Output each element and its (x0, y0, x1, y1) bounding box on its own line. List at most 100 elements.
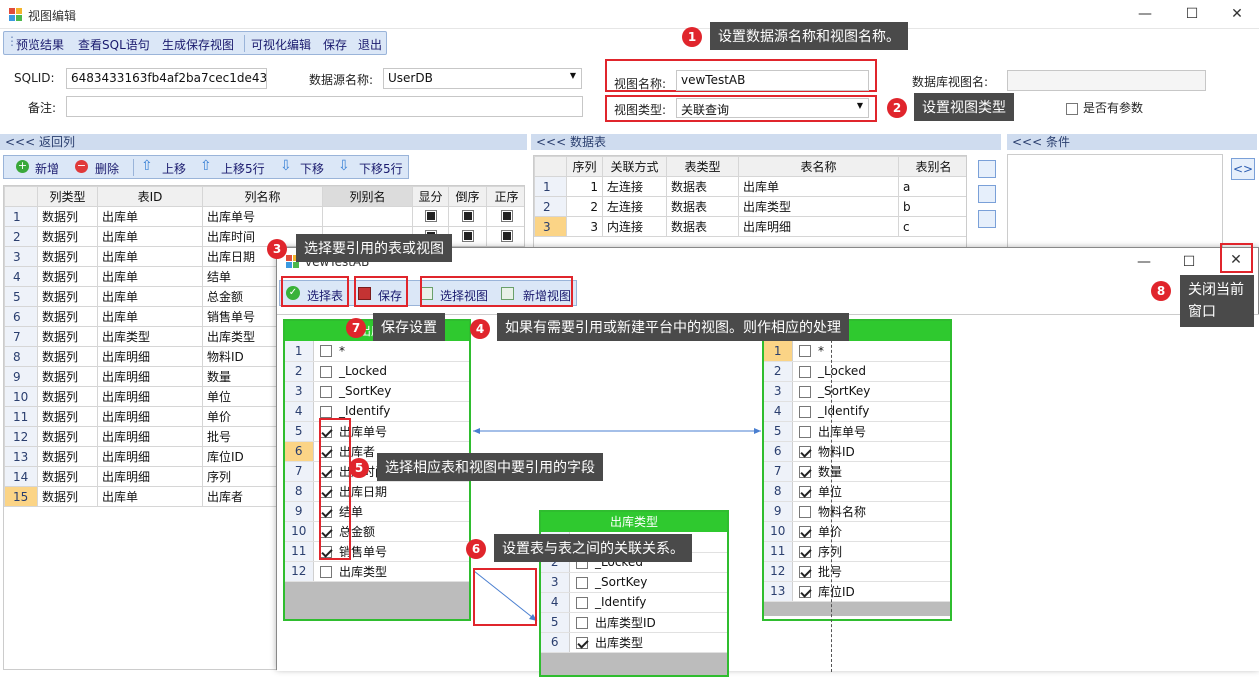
flag-cell[interactable] (487, 227, 526, 247)
col-header[interactable]: 表ID (98, 187, 203, 207)
col-header[interactable]: 倒序 (449, 187, 487, 207)
close-button[interactable]: ✕ (1222, 0, 1252, 29)
row-number[interactable]: 2 (535, 197, 567, 217)
table-cell[interactable]: 数据列 (38, 487, 98, 507)
row-number[interactable]: 1 (535, 177, 567, 197)
table-cell[interactable]: 数据列 (38, 287, 98, 307)
return-columns-header[interactable]: <<< 返回列 (0, 134, 527, 150)
add-column-button[interactable]: 新增 (35, 160, 59, 177)
row-number[interactable]: 12 (5, 427, 38, 447)
table-cell[interactable]: 数据表 (667, 217, 739, 237)
save-button[interactable]: 保存 (323, 36, 347, 53)
checkbox-filled-icon[interactable] (426, 211, 436, 221)
alias-cell[interactable] (323, 207, 413, 227)
minimize-button[interactable]: — (1130, 0, 1160, 29)
table-cell[interactable]: 出库单 (98, 487, 203, 507)
exit-button[interactable]: 退出 (358, 36, 382, 53)
sqlid-field[interactable]: 6483433163fb4af2ba7cec1de4334 (66, 68, 267, 89)
delete-column-button[interactable]: 删除 (95, 160, 119, 177)
col-header[interactable]: 列名称 (203, 187, 323, 207)
table-cell[interactable]: 数据列 (38, 267, 98, 287)
table-cell[interactable]: 出库单 (98, 287, 203, 307)
col-header[interactable]: 显分 (413, 187, 449, 207)
col-header[interactable]: 序列 (567, 157, 603, 177)
move-up-5-button[interactable]: 上移5行 (221, 160, 265, 177)
note-field[interactable] (66, 96, 583, 117)
table-cell[interactable]: 出库类型 (739, 197, 899, 217)
design-canvas[interactable]: 出库单 1*2_Locked3_SortKey4_Identify5出库单号6出… (277, 314, 1259, 671)
row-number[interactable]: 3 (5, 247, 38, 267)
table-cell[interactable]: 出库明细 (98, 387, 203, 407)
datasource-select[interactable]: UserDB▼ (383, 68, 582, 89)
checkbox-filled-icon[interactable] (463, 231, 473, 241)
table-cell[interactable]: 出库明细 (98, 447, 203, 467)
move-down-5-button[interactable]: 下移5行 (359, 160, 403, 177)
designer-minimize-button[interactable]: — (1129, 248, 1159, 277)
add-table-icon[interactable] (978, 160, 996, 178)
table-cell[interactable]: 数据列 (38, 407, 98, 427)
data-tables-header[interactable]: <<< 数据表 (531, 134, 1001, 150)
row-number[interactable]: 9 (5, 367, 38, 387)
table-cell[interactable]: 2 (567, 197, 603, 217)
remove-table-icon[interactable] (978, 210, 996, 228)
table-row[interactable]: 33内连接数据表出库明细c (535, 217, 968, 237)
table-cell[interactable]: 出库明细 (98, 427, 203, 447)
db-view-name-field[interactable] (1007, 70, 1206, 91)
table-cell[interactable]: 出库类型 (98, 327, 203, 347)
table-cell[interactable]: 左连接 (603, 177, 667, 197)
checkbox-filled-icon[interactable] (502, 211, 512, 221)
col-header[interactable]: 表类型 (667, 157, 739, 177)
table-row[interactable]: 22左连接数据表出库类型b (535, 197, 968, 217)
table-cell[interactable]: 出库单 (98, 227, 203, 247)
row-number[interactable]: 13 (5, 447, 38, 467)
table-cell[interactable]: 出库明细 (98, 367, 203, 387)
expand-conditions-button[interactable]: <> (1231, 158, 1255, 180)
checkbox-filled-icon[interactable] (502, 231, 512, 241)
table-cell[interactable]: 数据列 (38, 307, 98, 327)
table-cell[interactable]: 数据列 (38, 467, 98, 487)
row-number[interactable]: 3 (535, 217, 567, 237)
row-number[interactable]: 10 (5, 387, 38, 407)
move-up-button[interactable]: 上移 (162, 160, 186, 177)
view-name-field[interactable]: vewTestAB (676, 70, 869, 91)
table-cell[interactable]: 1 (567, 177, 603, 197)
checkbox-filled-icon[interactable] (463, 211, 473, 221)
table-cell[interactable]: 数据列 (38, 427, 98, 447)
flag-cell[interactable] (413, 207, 449, 227)
table-cell[interactable]: 内连接 (603, 217, 667, 237)
row-number[interactable]: 15 (5, 487, 38, 507)
table-cell[interactable]: 出库明细 (98, 407, 203, 427)
table-cell[interactable]: 数据列 (38, 327, 98, 347)
row-number[interactable]: 2 (5, 227, 38, 247)
table-cell[interactable]: 出库明细 (98, 347, 203, 367)
has-param-checkbox[interactable] (1066, 103, 1078, 115)
generate-save-view-button[interactable]: 生成保存视图 (162, 36, 234, 53)
maximize-button[interactable]: ☐ (1177, 0, 1207, 29)
flag-cell[interactable] (449, 207, 487, 227)
table-cell[interactable]: 3 (567, 217, 603, 237)
table-cell[interactable]: 出库单 (98, 307, 203, 327)
col-header[interactable]: 列别名 (323, 187, 413, 207)
table-cell[interactable]: 数据列 (38, 207, 98, 227)
col-header[interactable]: 正序 (487, 187, 526, 207)
table-cell[interactable]: 出库单 (739, 177, 899, 197)
table-cell[interactable]: 数据表 (667, 197, 739, 217)
table-cell[interactable]: 出库明细 (739, 217, 899, 237)
conditions-area[interactable] (1007, 154, 1223, 250)
table-cell[interactable]: a (899, 177, 968, 197)
copy-table-icon[interactable] (978, 185, 996, 203)
row-number[interactable]: 5 (5, 287, 38, 307)
table-cell[interactable]: b (899, 197, 968, 217)
flag-cell[interactable] (487, 207, 526, 227)
table-cell[interactable]: 出库单 (98, 247, 203, 267)
table-cell[interactable]: 数据表 (667, 177, 739, 197)
move-down-button[interactable]: 下移 (300, 160, 324, 177)
view-type-select[interactable]: 关联查询▼ (676, 98, 869, 118)
visual-edit-button[interactable]: 可视化编辑 (251, 36, 311, 53)
table-cell[interactable]: c (899, 217, 968, 237)
table-cell[interactable]: 数据列 (38, 347, 98, 367)
flag-cell[interactable] (449, 227, 487, 247)
conditions-header[interactable]: <<< 条件 (1007, 134, 1257, 150)
row-number[interactable]: 14 (5, 467, 38, 487)
view-sql-button[interactable]: 查看SQL语句 (78, 36, 150, 53)
